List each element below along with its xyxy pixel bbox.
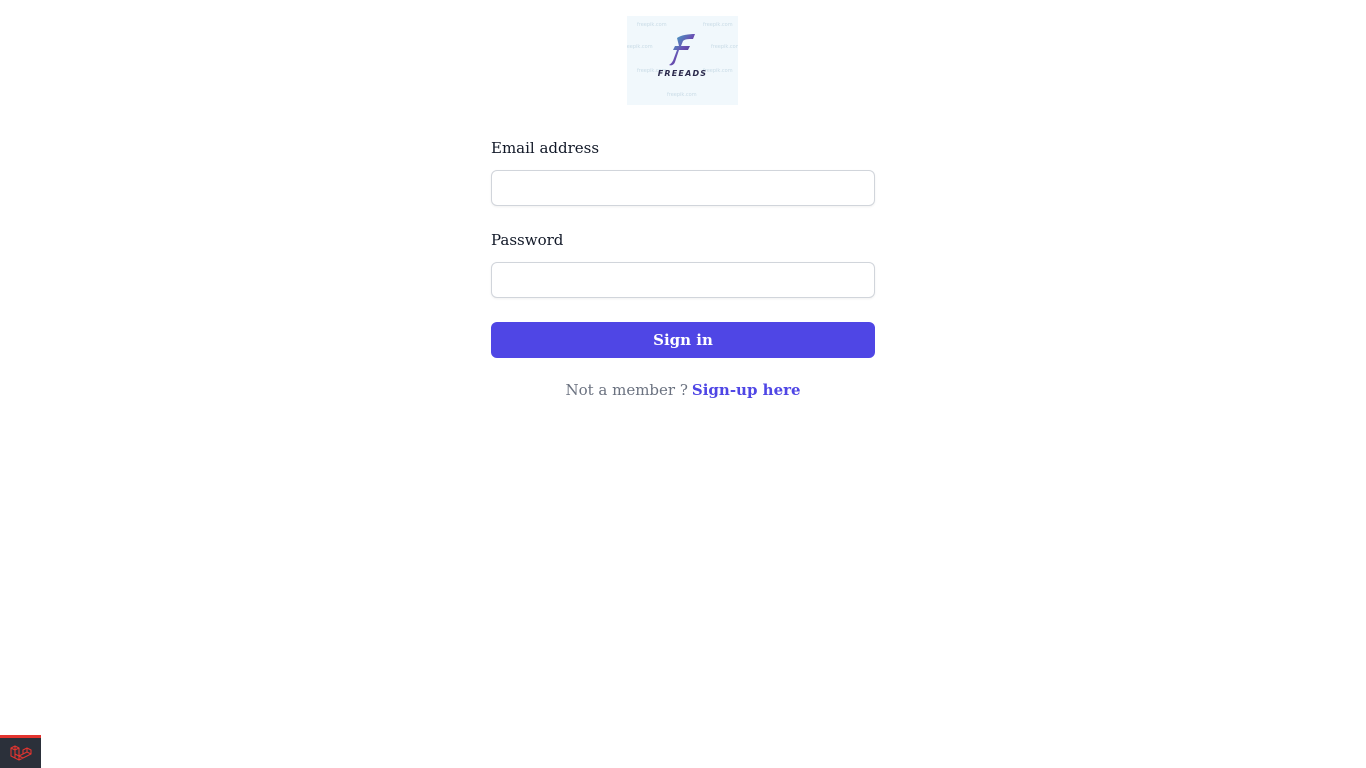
password-field[interactable] bbox=[491, 262, 875, 298]
logo-wordmark: FREEADS bbox=[657, 69, 708, 78]
login-page: freepik.com freepik.com freepik.com free… bbox=[0, 0, 1366, 768]
signup-link[interactable]: Sign-up here bbox=[692, 381, 801, 399]
logo-watermark: freepik.com bbox=[667, 92, 697, 98]
logo-watermark: freepik.com bbox=[711, 44, 738, 50]
logo: freepik.com freepik.com freepik.com free… bbox=[627, 16, 738, 105]
email-field[interactable] bbox=[491, 170, 875, 206]
password-label: Password bbox=[491, 231, 564, 249]
logo-watermark: freepik.com bbox=[627, 44, 653, 50]
signup-prompt-row: Not a member ? Sign-up here bbox=[491, 380, 875, 400]
logo-watermark: freepik.com bbox=[637, 22, 667, 28]
signup-prompt: Not a member ? bbox=[565, 381, 688, 399]
logo-watermark: freepik.com bbox=[703, 22, 733, 28]
debugbar-toggle[interactable] bbox=[0, 735, 41, 768]
sign-in-button[interactable]: Sign in bbox=[491, 322, 875, 358]
email-label: Email address bbox=[491, 139, 600, 157]
freeads-f-logo-icon bbox=[669, 34, 695, 66]
login-form: Email address Password Sign in Not a mem… bbox=[491, 136, 875, 400]
laravel-icon bbox=[10, 745, 32, 761]
